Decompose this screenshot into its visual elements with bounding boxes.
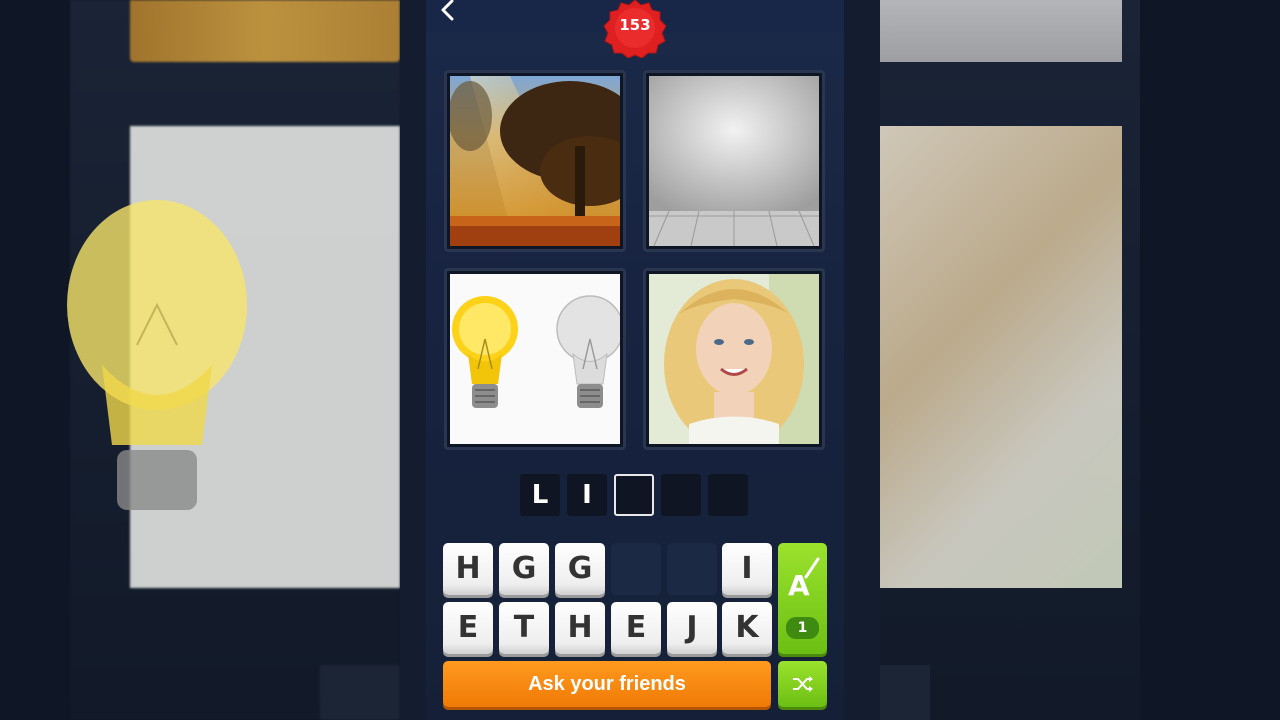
letter-key[interactable]: T (499, 602, 549, 654)
autumn-forest-image (450, 76, 620, 246)
letter-key[interactable]: H (555, 602, 605, 654)
light-bulbs-image (450, 274, 620, 444)
answer-slot[interactable]: L (520, 474, 560, 516)
backdrop-bulb-icon (67, 200, 247, 510)
level-number: 153 (619, 16, 651, 34)
backdrop-right (880, 0, 1140, 720)
letter-key[interactable]: G (555, 543, 605, 595)
smiling-woman-image (649, 274, 819, 444)
hint-count: 1 (786, 617, 819, 639)
letter-key[interactable]: E (611, 602, 661, 654)
ask-friends-button[interactable]: Ask your friends (443, 661, 771, 707)
letter-key[interactable]: K (722, 602, 772, 654)
answer-slot[interactable]: I (567, 474, 607, 516)
picture-autumn-forest[interactable] (444, 70, 626, 252)
answer-slot[interactable] (708, 474, 748, 516)
letter-key[interactable]: G (499, 543, 549, 595)
backdrop-woman-image (880, 126, 1122, 588)
game-panel: 153 L I H G G I E T H E J K A 1 Ask your… (400, 0, 880, 720)
letter-key[interactable]: I (722, 543, 772, 595)
answer-slot[interactable] (661, 474, 701, 516)
grey-room-image (649, 76, 819, 246)
picture-smiling-woman[interactable] (643, 268, 825, 450)
letter-key[interactable]: H (443, 543, 493, 595)
backdrop-autumn-image (130, 0, 400, 62)
shuffle-button[interactable] (778, 661, 827, 707)
letter-key-used (667, 543, 717, 595)
backdrop-wall-image (880, 0, 1122, 62)
letter-reveal-icon: A (788, 557, 820, 601)
answer-slot-active[interactable] (614, 474, 654, 516)
chevron-left-icon (441, 0, 454, 21)
hint-button[interactable]: A 1 (778, 543, 827, 654)
shuffle-icon (793, 676, 813, 692)
backdrop-slot (880, 665, 930, 720)
letter-key[interactable]: J (667, 602, 717, 654)
back-button[interactable] (438, 0, 462, 26)
picture-light-bulbs[interactable] (444, 268, 626, 450)
letter-key-used (611, 543, 661, 595)
level-badge: 153 (604, 0, 666, 58)
picture-grey-room[interactable] (643, 70, 825, 252)
letter-key[interactable]: E (443, 602, 493, 654)
backdrop-slot (320, 665, 400, 720)
